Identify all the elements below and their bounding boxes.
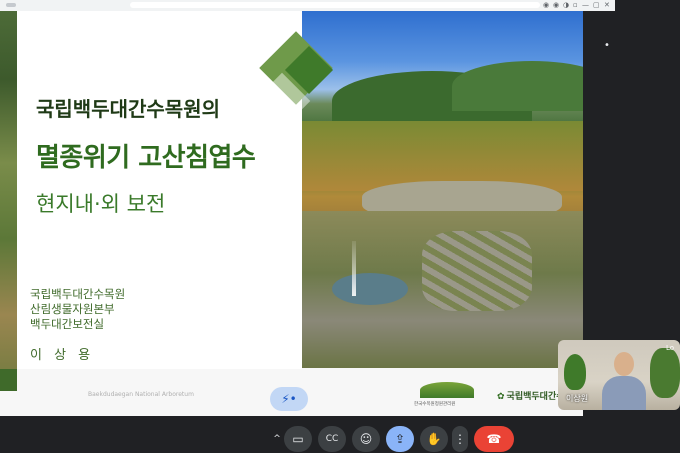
more-options-icon[interactable]: • — [604, 40, 610, 51]
leaf-icon: ✿ — [497, 392, 505, 402]
close-icon: ✕ — [604, 1, 610, 9]
present-screen-button[interactable]: ⇪ — [386, 426, 414, 452]
slide-left-image-strip — [0, 11, 17, 391]
raise-hand-button[interactable]: ✋ — [420, 426, 448, 452]
window-control-icon: ◑ — [563, 1, 570, 9]
participant-name: 이상원 — [566, 394, 589, 403]
camera-button[interactable]: ▭ — [284, 426, 312, 452]
arboretum-landscape-photo — [302, 11, 583, 368]
fountain — [352, 241, 356, 296]
korea-arboretum-logo: 한국수목원정원관리원 — [412, 379, 482, 409]
organization-block: 국립백두대간수목원 산림생물자원본부 백두대간보전실 — [30, 287, 125, 332]
maximize-icon: ▢ — [593, 1, 600, 9]
reaction-pill-button[interactable]: ⚡• — [270, 387, 308, 411]
slide-title-line1: 국립백두대간수목원의 — [36, 97, 220, 121]
logo-hill-icon — [420, 382, 474, 398]
plant-decor — [650, 348, 680, 398]
window-control-icon: ◉ — [553, 1, 560, 9]
meeting-toolbar: ^ ▭ CC ☺ ⇪ ✋ ⋮ ☎ — [0, 416, 680, 453]
participant-body — [602, 376, 646, 410]
shared-address-bar — [130, 2, 540, 8]
captions-button[interactable]: CC — [318, 426, 346, 452]
minimize-icon: — — [582, 1, 589, 9]
slide-title-line3: 현지내·외 보전 — [36, 192, 166, 216]
window-control-icon: ▫ — [573, 1, 578, 9]
shared-window-titlebar: ◉ ◉ ◑ ▫ — ▢ ✕ — [0, 0, 615, 11]
org-line: 국립백두대간수목원 — [30, 287, 126, 301]
chevron-up-icon[interactable]: ^ — [270, 426, 284, 452]
plant-decor — [564, 354, 586, 390]
emoji-button[interactable]: ☺ — [352, 426, 380, 452]
slide-title-line2: 멸종위기 고산침엽수 — [36, 143, 256, 173]
self-view-tile[interactable]: Lo 이상원 — [558, 340, 680, 410]
org-line: 산림생물자원본부 — [30, 302, 115, 316]
baekdudaegan-logo: ✿ 국립백두대간수 — [497, 389, 565, 402]
slide-footer-text: Baekdudaegan National Arboretum — [88, 391, 194, 398]
presenter-name: 이 상 용 — [30, 348, 95, 363]
tile-corner-label[interactable]: Lo — [666, 344, 674, 352]
window-control-icon: ◉ — [543, 1, 550, 9]
pond — [332, 273, 408, 305]
more-options-button[interactable]: ⋮ — [452, 426, 468, 452]
meet-window: ◉ ◉ ◑ ▫ — ▢ ✕ 국립백두대간수목원의 멸종위기 고산침엽수 현지내·… — [0, 0, 680, 453]
presentation-slide: 국립백두대간수목원의 멸종위기 고산침엽수 현지내·외 보전 국립백두대간수목원… — [0, 11, 583, 416]
participant-head — [614, 352, 634, 376]
logo2-text: 국립백두대간수 — [506, 392, 565, 402]
org-line: 백두대간보전실 — [30, 317, 105, 331]
shared-tab — [6, 3, 16, 7]
logo-caption: 한국수목원정원관리원 — [414, 402, 456, 407]
end-call-button[interactable]: ☎ — [474, 426, 514, 452]
